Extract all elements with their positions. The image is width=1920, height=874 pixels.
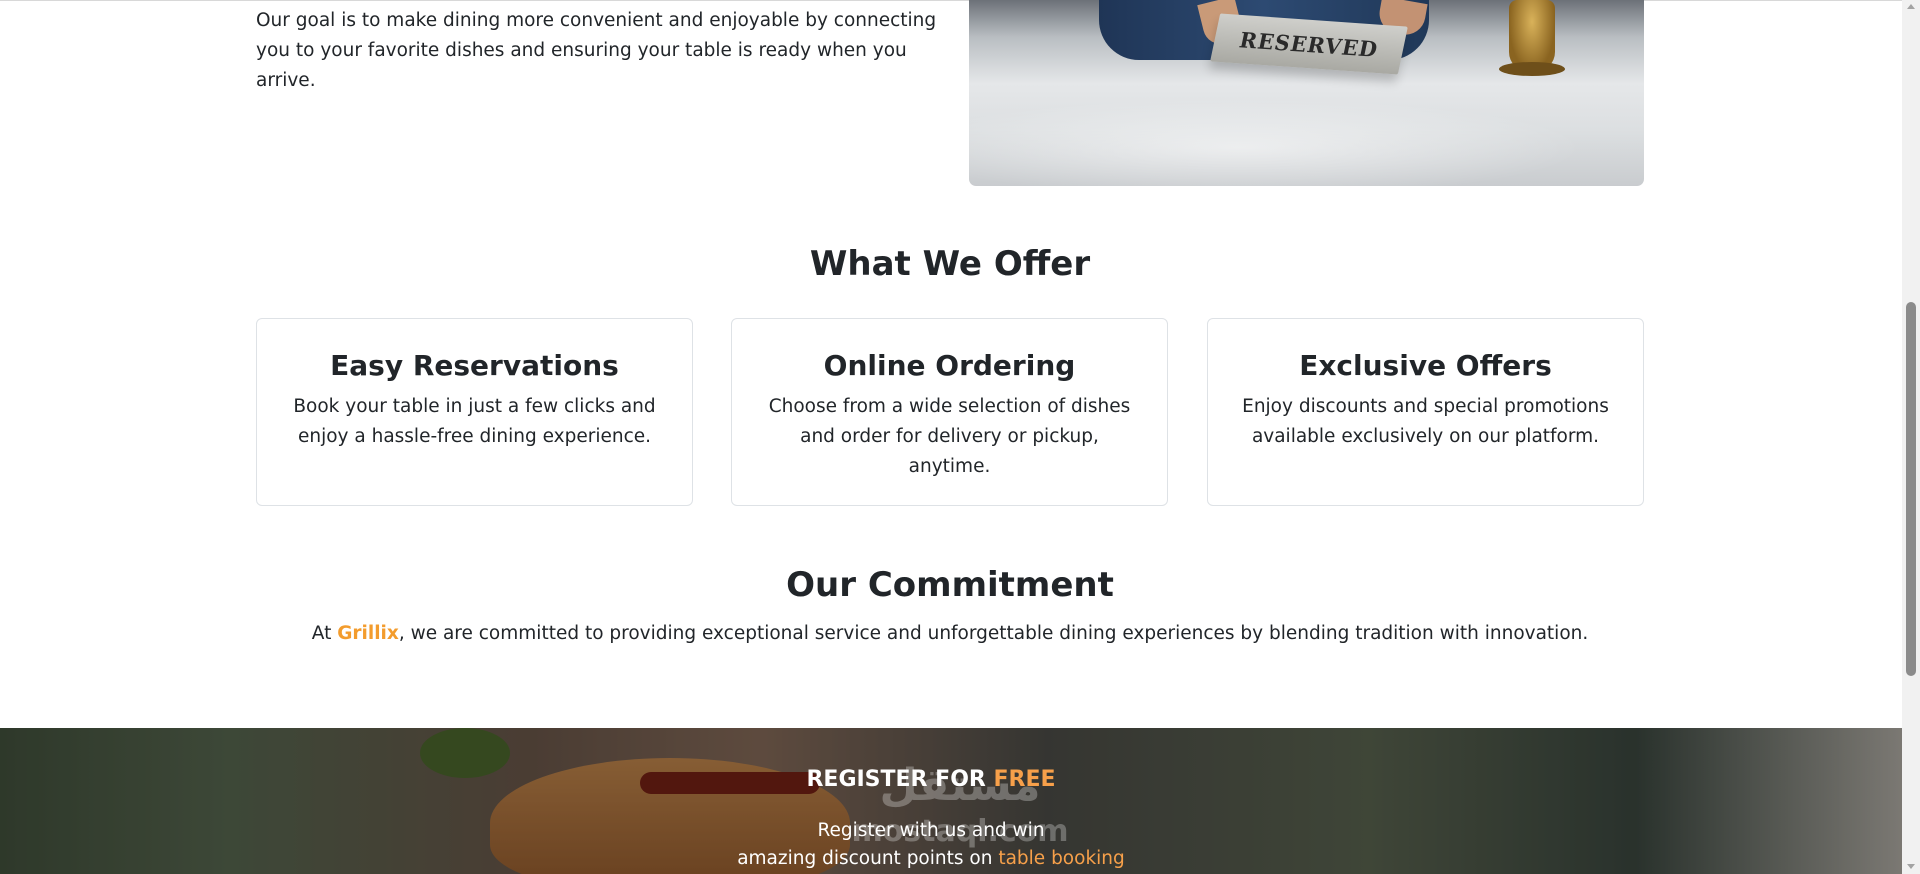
reserved-sign-text: RESERVED [1237, 27, 1381, 62]
offer-card-title: Online Ordering [823, 349, 1076, 382]
register-heading-accent: FREE [993, 767, 1056, 792]
register-text-prefix: amazing discount points on [737, 848, 999, 869]
commitment-suffix: , we are committed to providing exceptio… [398, 623, 1589, 644]
commitment-prefix: At [311, 623, 338, 644]
offer-card-easy-reservations: Easy Reservations Book your table in jus… [256, 318, 693, 506]
reserved-table-image: RESERVED [969, 0, 1644, 186]
offer-card-text: Book your table in just a few clicks and… [293, 396, 656, 447]
vertical-scrollbar[interactable] [1902, 0, 1920, 874]
table-booking-link[interactable]: table booking [998, 848, 1124, 869]
offer-card-exclusive-offers: Exclusive Offers Enjoy discounts and spe… [1207, 318, 1644, 506]
register-heading-main: REGISTER FOR [806, 767, 994, 792]
offer-card-text: Enjoy discounts and special promotions a… [1242, 396, 1609, 447]
our-commitment-heading: Our Commitment [786, 565, 1114, 605]
about-goal-text: Our goal is to make dining more convenie… [256, 10, 937, 91]
register-text-line1: Register with us and win [817, 820, 1045, 841]
commitment-text: At Grillix, we are committed to providin… [256, 619, 1644, 649]
table-lamp-base [1499, 62, 1565, 76]
offer-card-title: Exclusive Offers [1299, 349, 1552, 382]
offer-card-text: Choose from a wide selection of dishes a… [768, 396, 1131, 477]
brand-name: Grillix [337, 623, 399, 644]
register-banner: مستقل mostaql.com REGISTER FOR FREE Regi… [0, 728, 1902, 874]
page-viewport: Our goal is to make dining more convenie… [0, 0, 1902, 874]
what-we-offer-heading: What We Offer [809, 244, 1091, 284]
register-text-line2: amazing discount points on table booking [0, 848, 1862, 869]
register-heading: REGISTER FOR FREE [0, 767, 1862, 792]
table-shine [969, 90, 1644, 186]
offer-card-title: Easy Reservations [330, 349, 619, 382]
offer-card-online-ordering: Online Ordering Choose from a wide selec… [731, 318, 1168, 506]
scroll-up-arrow-icon[interactable] [1907, 4, 1915, 9]
scrollbar-thumb[interactable] [1906, 302, 1916, 676]
scroll-down-arrow-icon[interactable] [1907, 864, 1915, 869]
